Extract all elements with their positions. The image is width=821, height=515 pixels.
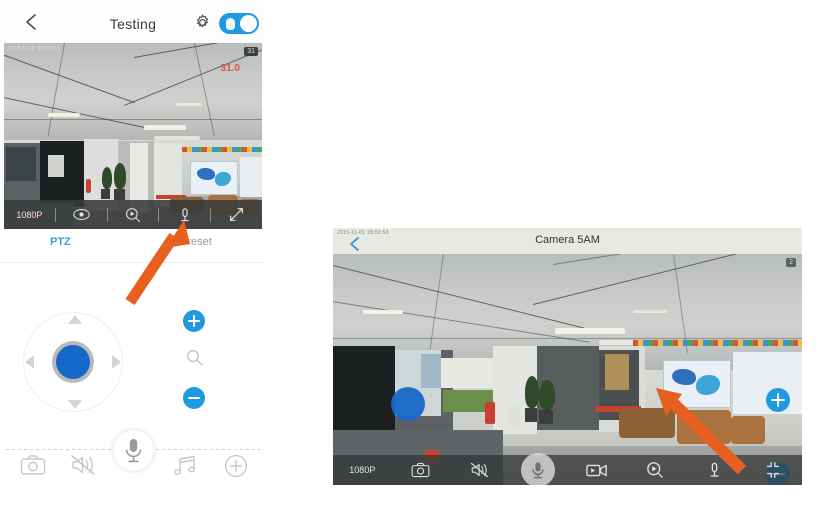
microphone-icon[interactable] <box>685 455 744 485</box>
landscape-header: 2015-11-01 18:02:53 Camera 5AM <box>333 228 802 254</box>
ptz-joystick-pad[interactable] <box>18 307 128 417</box>
ptz-knob-inner <box>56 345 90 379</box>
microphone-talk-button-wrapper <box>509 453 568 485</box>
eye-icon[interactable] <box>56 200 107 229</box>
add-icon[interactable] <box>224 454 248 478</box>
landscape-ptz-joystick[interactable] <box>391 387 425 421</box>
zoom-controls <box>183 310 217 410</box>
snapshot-icon[interactable] <box>20 454 46 476</box>
gear-icon[interactable] <box>193 13 212 32</box>
ptz-arrow-up-icon[interactable] <box>68 315 82 324</box>
speaker-muted-icon[interactable] <box>450 455 509 485</box>
music-note-icon[interactable] <box>172 454 198 476</box>
ptz-preset-tabs: PTZ Preset <box>0 232 266 260</box>
playback-zoom-icon[interactable] <box>626 455 685 485</box>
resolution-button[interactable]: 1080P <box>333 455 392 485</box>
zoom-in-button[interactable] <box>766 388 790 412</box>
resolution-button[interactable]: 1080P <box>4 200 55 229</box>
snapshot-icon[interactable] <box>392 455 451 485</box>
microphone-icon[interactable] <box>159 200 210 229</box>
magnifier-icon[interactable] <box>185 348 205 368</box>
landscape-channel-badge: 2 <box>786 258 796 267</box>
portrait-phone-screen: Testing 2015-11-01 18:02:53 31 31.0 1080… <box>0 0 266 515</box>
ptz-arrow-right-icon[interactable] <box>112 355 121 369</box>
ptz-arrow-left-icon[interactable] <box>25 355 34 369</box>
zoom-in-button[interactable] <box>183 310 205 332</box>
landscape-video-feed[interactable]: 1080P <box>333 254 802 485</box>
power-toggle-switch[interactable] <box>219 13 259 34</box>
portrait-video-toolbar: 1080P <box>4 200 262 229</box>
portrait-header: Testing <box>0 0 266 43</box>
portrait-bottom-bar <box>0 429 266 507</box>
toggle-lamp-glyph <box>226 18 235 30</box>
camera-scene <box>333 254 802 485</box>
video-overlay-text: 31.0 <box>220 63 240 74</box>
record-video-icon[interactable] <box>568 455 627 485</box>
video-channel-badge: 31 <box>244 47 258 56</box>
section-divider <box>0 262 266 263</box>
landscape-phone-screen: 2015-11-01 18:02:53 Camera 5AM 1080P 2 <box>333 228 802 485</box>
microphone-talk-button[interactable] <box>521 453 556 485</box>
video-timestamp: 2015-11-01 18:02:53 <box>8 46 60 52</box>
microphone-talk-button[interactable] <box>112 429 155 472</box>
speaker-muted-icon[interactable] <box>70 454 96 476</box>
zoom-out-button[interactable] <box>183 387 205 409</box>
toggle-knob <box>240 15 257 32</box>
landscape-title: Camera 5AM <box>535 234 600 246</box>
fullscreen-icon[interactable] <box>211 200 262 229</box>
playback-zoom-icon[interactable] <box>108 200 159 229</box>
landscape-video-toolbar: 1080P <box>333 453 802 485</box>
tab-ptz[interactable]: PTZ <box>50 236 71 248</box>
ptz-arrow-down-icon[interactable] <box>68 400 82 409</box>
tab-preset[interactable]: Preset <box>180 236 212 248</box>
exit-fullscreen-icon[interactable] <box>743 455 802 485</box>
ptz-joystick-knob[interactable] <box>52 341 94 383</box>
